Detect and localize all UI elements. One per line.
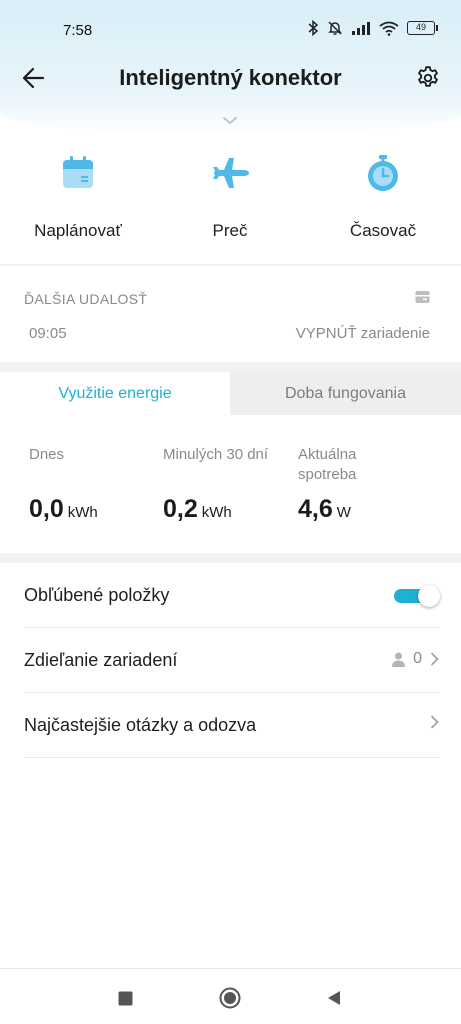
settings-button[interactable]	[413, 64, 443, 92]
faq-meta	[430, 715, 440, 729]
section-divider	[0, 362, 461, 372]
next-event-action: VYPNÚŤ zariadenie	[295, 325, 430, 342]
system-nav-bar	[0, 968, 461, 1024]
favorites-row[interactable]: Obľúbené položky	[24, 563, 440, 628]
energy-today: Dnes 0,0 kWh	[29, 445, 149, 523]
energy-30days-value: 0,2 kWh	[163, 495, 232, 524]
energy-30days-unit: kWh	[201, 504, 232, 521]
person-icon	[392, 652, 406, 667]
muted-bell-icon	[328, 21, 342, 35]
favorites-toggle[interactable]	[394, 584, 440, 608]
recents-button[interactable]	[113, 987, 137, 1009]
tab-runtime[interactable]: Doba fungovania	[230, 372, 461, 415]
timer-label: Časovač	[349, 221, 417, 240]
gear-icon	[418, 66, 438, 87]
device-sharing-label: Zdieľanie zariadení	[24, 650, 178, 670]
faq-label: Najčastejšie otázky a odozva	[24, 715, 257, 735]
tab-energy-usage[interactable]: Využitie energie	[0, 372, 230, 415]
back-nav-button[interactable]	[322, 987, 346, 1009]
chevron-right-icon	[431, 715, 439, 729]
energy-30days: Minulých 30 dní 0,2 kWh	[163, 445, 293, 523]
status-time: 7:58	[63, 22, 93, 39]
timer-action[interactable]: Časovač	[313, 150, 453, 241]
section-divider	[0, 553, 461, 563]
device-sharing-count: 0	[413, 650, 422, 667]
quick-actions: Naplánovať Preč Časovač	[0, 150, 461, 250]
chevron-right-icon	[431, 652, 439, 666]
triangle-back-icon	[328, 991, 340, 1005]
schedule-action[interactable]: Naplánovať	[8, 150, 148, 241]
next-event-time: 09:05	[29, 325, 67, 342]
energy-today-label: Dnes	[29, 446, 65, 463]
status-icons: 49	[308, 20, 438, 36]
schedule-label: Naplánovať	[34, 221, 122, 240]
energy-today-unit: kWh	[67, 504, 98, 521]
battery-icon: 49	[407, 21, 438, 35]
energy-current: Aktuálna spotreba 4,6 W	[298, 445, 388, 523]
energy-current-value: 4,6 W	[298, 495, 351, 524]
calendar-icon	[63, 156, 93, 188]
energy-today-value: 0,0 kWh	[29, 495, 98, 524]
energy-current-unit: W	[336, 504, 351, 521]
faq-row[interactable]: Najčastejšie otázky a odozva	[24, 693, 440, 758]
energy-stats: Dnes 0,0 kWh Minulých 30 dní 0,2 kWh Aktuá…	[0, 415, 461, 553]
calendar-small-icon[interactable]	[415, 290, 430, 304]
wifi-icon	[379, 21, 399, 36]
toggle-knob	[418, 585, 440, 607]
away-action[interactable]: Preč	[160, 150, 300, 241]
airplane-icon	[213, 158, 249, 188]
energy-30days-number: 0,2	[163, 495, 198, 523]
home-circle-icon	[219, 987, 241, 1009]
signal-icon	[352, 22, 370, 35]
energy-current-label: Aktuálna spotreba	[298, 446, 357, 483]
device-sharing-row[interactable]: Zdieľanie zariadení 0	[24, 628, 440, 693]
home-button[interactable]	[218, 987, 242, 1009]
device-sharing-meta: 0	[392, 650, 440, 668]
bluetooth-icon	[308, 20, 319, 36]
app-header: Inteligentný konektor	[0, 55, 461, 101]
status-bar: 7:58 49	[0, 0, 461, 60]
favorites-label: Obľúbené položky	[24, 585, 170, 605]
chevron-down-icon[interactable]	[220, 115, 240, 127]
timer-icon	[368, 155, 398, 191]
energy-today-number: 0,0	[29, 495, 64, 523]
energy-tabs: Využitie energie Doba fungovania	[0, 372, 461, 415]
next-event-section[interactable]: ĎALŠIA UDALOSŤ 09:05 VYPNÚŤ zariadenie	[0, 266, 461, 362]
energy-current-number: 4,6	[298, 495, 333, 523]
square-icon	[118, 991, 132, 1005]
away-label: Preč	[212, 221, 248, 240]
page-title: Inteligentný konektor	[119, 65, 342, 90]
next-event-title: ĎALŠIA UDALOSŤ	[24, 291, 148, 307]
energy-30days-label: Minulých 30 dní	[163, 446, 269, 463]
